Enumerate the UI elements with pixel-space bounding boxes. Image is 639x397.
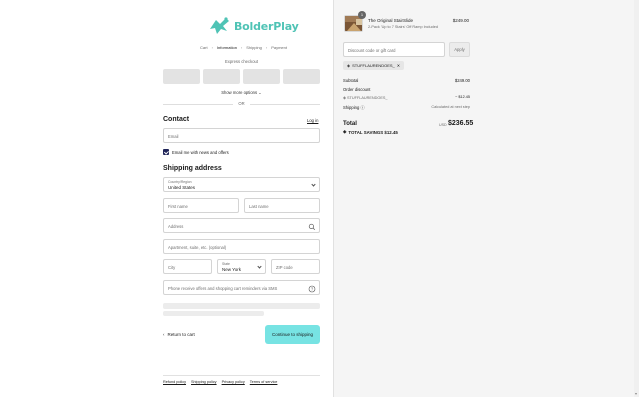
discount-code-row: ◈ STUFFLAURENDOES_ − $12.45 [343,95,470,100]
shipping-label: Shipping [343,105,360,110]
shipping-row: Shipping ⓘ Calculated at next step [343,105,470,111]
express-checkout-label: Express checkout [224,59,259,64]
country-label: Country/Region [168,180,192,184]
shipping-value: Calculated at next step [431,105,470,109]
subtotal-value: $249.00 [454,78,470,83]
footer-divider [163,375,320,376]
remove-discount-icon[interactable]: ✕ [397,63,400,68]
breadcrumb-cart[interactable]: Cart [200,45,208,50]
scroll-down-arrow-icon[interactable] [635,393,637,395]
last-name-field[interactable]: Last name [244,198,320,213]
discount-code-label: STUFFLAURENDOES_ [346,96,388,100]
city-placeholder: City [168,265,176,270]
total-value: $236.55 [448,120,474,127]
country-select[interactable]: Country/Region United States [163,177,320,192]
phone-field[interactable]: Phone receive offers and shopping cart r… [163,280,320,295]
first-name-placeholder: First name [168,204,188,209]
login-link[interactable]: Log in [307,118,318,123]
applied-code-label: STUFFLAURENDOES_ [352,63,395,68]
refund-policy-link[interactable]: Refund policy [163,380,186,384]
zip-field[interactable]: ZIP code [271,259,320,274]
phone-placeholder: Phone receive offers and shopping cart r… [168,286,278,291]
quantity-badge: 1 [358,11,366,19]
product-variant: 2-Pack 'Up to 7 Stairs' Off Ramp Include… [368,25,438,29]
subtotal-label: Subtotal [343,78,359,83]
shipping-policy-link[interactable]: Shipping policy [191,380,217,384]
state-label: State [222,262,230,266]
discount-code-input[interactable]: Discount code or gift card [343,42,445,57]
brand-name: BolderPlay [234,19,299,33]
express-pay-button[interactable] [203,69,240,84]
loading-placeholder [163,311,264,316]
product-name: The Original StairSlide [368,18,414,23]
applied-discount-tag: ◈ STUFFLAURENDOES_ ✕ [343,61,405,70]
address-field[interactable]: Address [163,218,320,233]
state-value: New York [222,267,242,272]
subtotal-row: Subtotal $249.00 [343,78,470,83]
state-select[interactable]: State New York [217,259,266,274]
currency-code: USD [439,123,447,127]
discount-amount: − $12.45 [455,95,470,99]
zip-placeholder: ZIP code [276,265,293,270]
email-placeholder: Email [168,134,179,139]
or-divider: OR [163,100,320,107]
show-more-options-button[interactable]: Show more options ⌄ [163,90,320,95]
shipping-address-heading: Shipping address [163,165,222,172]
contact-heading: Contact [163,116,190,123]
order-discount-label: Order discount [343,87,371,92]
help-icon[interactable]: ? [308,285,316,293]
breadcrumb-information: Information [216,45,237,50]
express-pay-button[interactable] [283,69,320,84]
search-icon [308,223,316,230]
privacy-policy-link[interactable]: Privacy policy [222,380,245,384]
address-placeholder: Address [168,224,184,229]
divider-line [250,103,320,105]
total-label: Total [343,121,357,127]
scrollbar[interactable] [634,0,639,397]
apply-discount-button[interactable]: Apply [449,42,470,57]
news-checkbox-label: Email me with news and offers [172,150,229,155]
order-summary-panel [333,0,639,397]
checkout-form-panel: BolderPlay Cart › Information › Shipping… [0,0,333,397]
chevron-down-icon [311,182,316,187]
express-pay-button[interactable] [243,69,280,84]
country-value: United States [168,185,196,190]
brand-mascot-icon [210,17,229,34]
apartment-field[interactable]: Apartment, suite, etc. (optional) [163,239,320,254]
news-checkbox[interactable] [163,149,169,155]
email-field[interactable]: Email [163,128,320,143]
product-price: $249.00 [452,18,469,23]
brand-logo[interactable]: BolderPlay [207,15,299,37]
last-name-placeholder: Last name [249,204,269,209]
breadcrumb: Cart › Information › Shipping › Payment [200,45,287,50]
breadcrumb-payment: Payment [271,45,287,50]
total-savings: ◈ TOTAL SAVINGS $12.45 [343,129,398,135]
loading-placeholder [163,303,320,309]
chevron-right-icon: › [240,45,243,50]
first-name-field[interactable]: First name [163,198,239,213]
policy-footer: Refund policy Shipping policy Privacy po… [163,380,277,384]
discount-placeholder: Discount code or gift card [348,48,396,53]
tag-icon: ◈ [343,129,347,134]
breadcrumb-shipping: Shipping [246,45,262,50]
return-to-cart-label: Return to cart [167,332,195,337]
chevron-down-icon [257,264,262,269]
svg-text:?: ? [311,286,314,291]
total-savings-label: TOTAL SAVINGS $12.45 [348,129,398,135]
chevron-right-icon: › [211,45,213,50]
chevron-right-icon: › [265,45,268,50]
terms-of-service-link[interactable]: Terms of service [250,380,278,384]
express-pay-button[interactable] [163,69,200,84]
tag-icon: ◈ [347,63,351,68]
continue-to-shipping-button[interactable]: Continue to shipping [265,325,320,344]
city-field[interactable]: City [163,259,212,274]
apartment-placeholder: Apartment, suite, etc. (optional) [168,245,227,250]
return-to-cart-link[interactable]: ‹ Return to cart [163,332,195,337]
chevron-left-icon: ‹ [163,332,165,337]
info-icon[interactable]: ⓘ [360,105,364,110]
order-discount-row: Order discount [343,87,470,92]
